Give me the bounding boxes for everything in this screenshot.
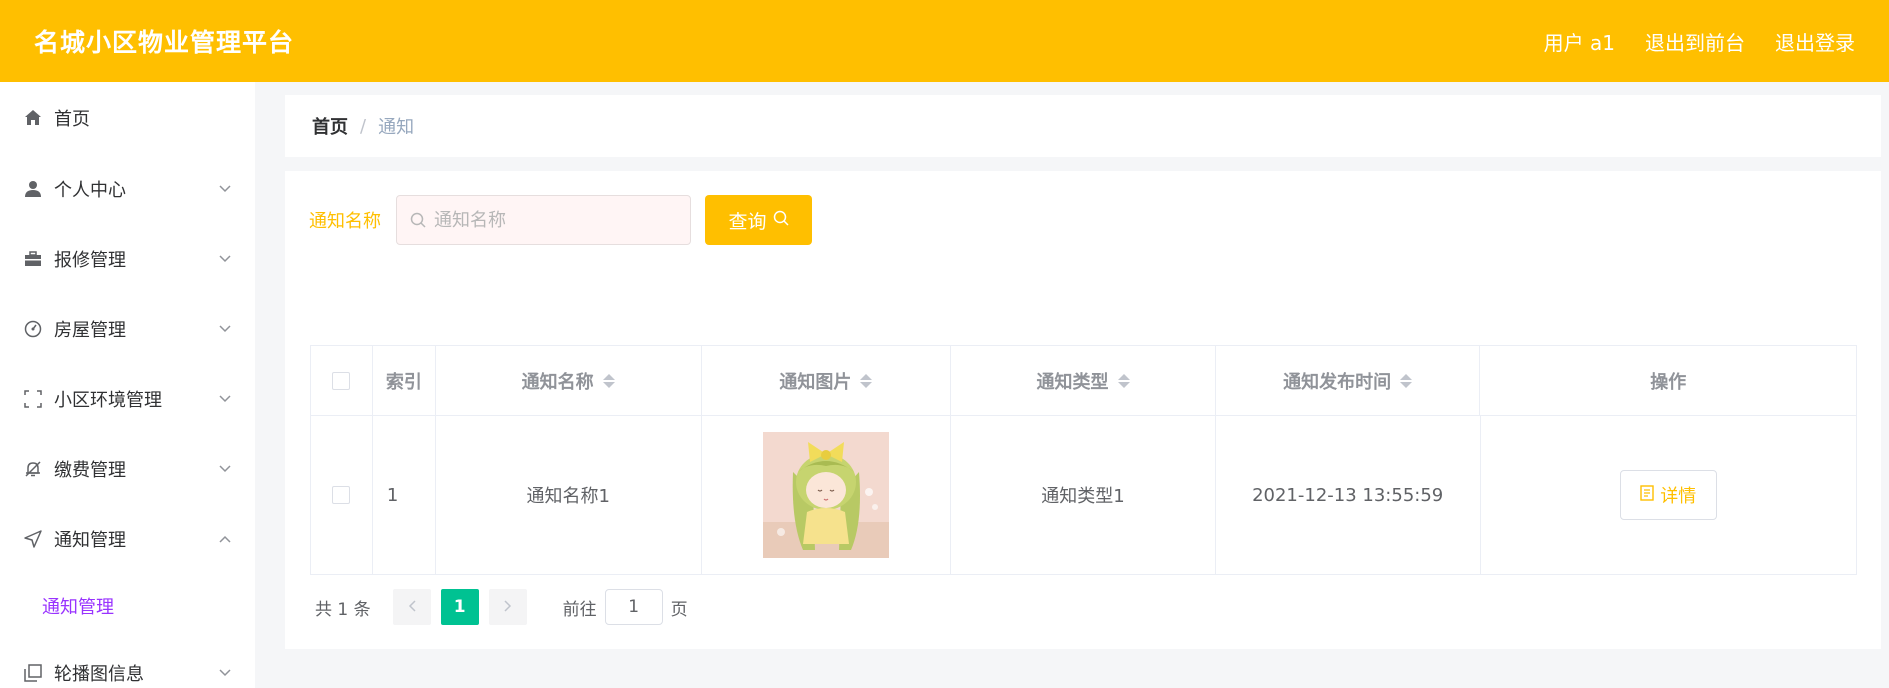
row-index: 1	[373, 416, 436, 574]
next-page-button[interactable]	[488, 589, 527, 625]
sidebar-item-label: 缴费管理	[54, 460, 126, 481]
sidebar-item-label: 报修管理	[54, 250, 126, 271]
sort-icon[interactable]	[1400, 373, 1413, 388]
content-card: 通知名称 查询 索引 通知名称 通知图片	[285, 171, 1881, 649]
search-icon	[773, 209, 789, 231]
chevron-up-icon	[217, 531, 233, 547]
breadcrumb-separator: /	[360, 115, 367, 137]
page-number-button[interactable]: 1	[440, 589, 479, 625]
header-name[interactable]: 通知名称	[436, 346, 702, 415]
sidebar: 首页 个人中心 报修管理 房屋管理 小区环境管理 缴费管理 通知管理 通知管理 …	[0, 82, 255, 688]
sidebar-item-personal-center[interactable]: 个人中心	[0, 154, 255, 224]
home-icon	[22, 107, 44, 129]
header-time-label: 通知发布时间	[1283, 371, 1392, 393]
app-title: 名城小区物业管理平台	[34, 28, 295, 57]
row-checkbox[interactable]	[332, 486, 351, 504]
search-input[interactable]	[434, 209, 674, 231]
copy-icon	[22, 662, 44, 684]
goto-page-field[interactable]	[604, 589, 663, 625]
table-header-row: 索引 通知名称 通知图片 通知类型 通知发布时间 操作	[311, 346, 1856, 416]
header-actions: 用户 a1 退出到前台 退出登录	[1544, 27, 1855, 56]
chevron-left-icon	[408, 597, 416, 617]
logout-link[interactable]: 退出登录	[1775, 27, 1855, 56]
header-operation: 操作	[1650, 371, 1687, 393]
sidebar-subitem-notice-management[interactable]: 通知管理	[0, 574, 255, 638]
gauge-icon	[22, 318, 44, 340]
row-time: 2021-12-13 13:55:59	[1216, 416, 1481, 574]
chevron-down-icon	[217, 181, 233, 197]
prev-page-button[interactable]	[392, 589, 431, 625]
sidebar-item-carousel[interactable]: 轮播图信息	[0, 638, 255, 688]
search-button[interactable]: 查询	[705, 195, 812, 245]
notice-table: 索引 通知名称 通知图片 通知类型 通知发布时间 操作 1 通知名称1 通知类型…	[310, 345, 1857, 575]
header-checkbox-cell	[311, 346, 373, 415]
sidebar-item-payment[interactable]: 缴费管理	[0, 434, 255, 504]
sidebar-item-housing[interactable]: 房屋管理	[0, 294, 255, 364]
chevron-down-icon	[217, 321, 233, 337]
header-type[interactable]: 通知类型	[951, 346, 1216, 415]
header-time[interactable]: 通知发布时间	[1216, 346, 1481, 415]
goto-label: 前往	[562, 599, 597, 620]
detail-button-label: 详情	[1660, 486, 1697, 507]
row-checkbox-cell	[311, 416, 373, 574]
exit-to-front-link[interactable]: 退出到前台	[1645, 27, 1745, 56]
sort-icon[interactable]	[1117, 373, 1130, 388]
pagination-goto: 前往 页	[563, 589, 688, 625]
search-field[interactable]	[396, 195, 691, 245]
sort-icon[interactable]	[602, 373, 615, 388]
sidebar-item-label: 房屋管理	[54, 320, 126, 341]
search-bar: 通知名称 查询	[309, 195, 812, 245]
chevron-down-icon	[217, 461, 233, 477]
header-type-label: 通知类型	[1036, 371, 1109, 393]
header-image[interactable]: 通知图片	[702, 346, 952, 415]
chevron-right-icon	[504, 597, 512, 617]
breadcrumb: 首页 / 通知	[285, 95, 1881, 157]
search-button-label: 查询	[728, 210, 767, 233]
header-index: 索引	[373, 346, 436, 415]
sidebar-item-label: 轮播图信息	[54, 664, 144, 685]
sidebar-item-repair[interactable]: 报修管理	[0, 224, 255, 294]
sort-icon[interactable]	[860, 373, 873, 388]
row-operation-cell: 详情	[1481, 416, 1857, 574]
briefcase-icon	[22, 248, 44, 270]
sidebar-item-environment[interactable]: 小区环境管理	[0, 364, 255, 434]
chevron-down-icon	[217, 251, 233, 267]
breadcrumb-home[interactable]: 首页	[312, 113, 348, 139]
goto-page-input[interactable]	[613, 597, 654, 617]
pagination: 共 1 条 1 前往 页	[315, 589, 688, 625]
sidebar-item-label: 个人中心	[54, 180, 126, 201]
current-user: 用户 a1	[1543, 30, 1615, 55]
sidebar-item-label: 首页	[54, 109, 90, 130]
navigation-icon	[22, 528, 44, 550]
document-icon	[1640, 484, 1654, 506]
header-name-label: 通知名称	[521, 371, 594, 393]
table-row: 1 通知名称1 通知类型1 2021-12-13 13:55:59 详情	[311, 416, 1856, 574]
row-type: 通知类型1	[951, 416, 1216, 574]
search-icon	[410, 212, 426, 228]
fullscreen-icon	[22, 388, 44, 410]
user-icon	[22, 178, 44, 200]
sidebar-item-home[interactable]: 首页	[0, 82, 255, 154]
bell-off-icon	[22, 458, 44, 480]
sidebar-item-label: 通知管理	[54, 530, 126, 551]
sidebar-item-notice[interactable]: 通知管理	[0, 504, 255, 574]
row-image-cell	[702, 416, 952, 574]
select-all-checkbox[interactable]	[332, 371, 351, 390]
search-label: 通知名称	[309, 211, 381, 232]
top-header: 名城小区物业管理平台 用户 a1 退出到前台 退出登录	[0, 0, 1889, 82]
detail-button[interactable]: 详情	[1619, 470, 1717, 520]
notice-thumbnail-image[interactable]	[762, 432, 889, 558]
sidebar-item-label: 小区环境管理	[54, 390, 162, 411]
breadcrumb-current: 通知	[378, 117, 415, 138]
row-name: 通知名称1	[436, 416, 702, 574]
header-image-label: 通知图片	[779, 371, 852, 393]
pagination-total: 共 1 条	[315, 599, 371, 620]
chevron-down-icon	[217, 665, 233, 681]
goto-page-suffix: 页	[670, 599, 688, 620]
chevron-down-icon	[217, 391, 233, 407]
